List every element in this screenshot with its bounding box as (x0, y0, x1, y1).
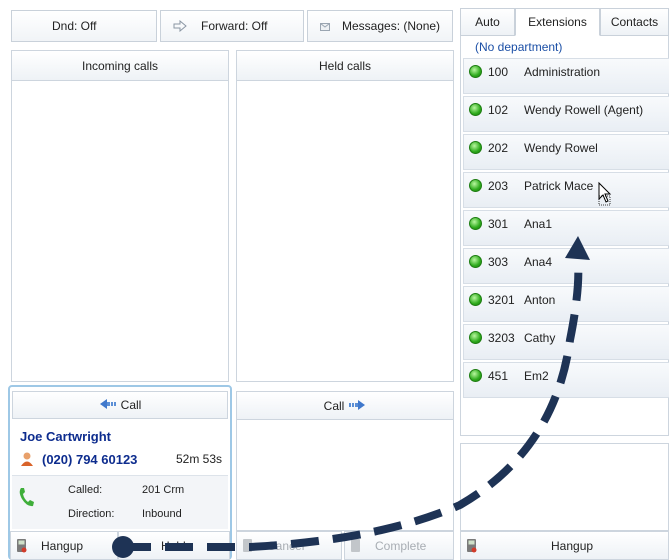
person-icon (20, 451, 34, 470)
status-led-icon (469, 217, 482, 230)
tab-contacts[interactable]: Contacts (600, 8, 669, 36)
extension-item[interactable]: 301 Ana1 (463, 210, 669, 246)
extension-name: Patrick Mace (524, 179, 594, 193)
hold-button[interactable]: Hold (118, 531, 230, 560)
held-calls-panel: Held calls (236, 50, 454, 382)
extension-number: 303 (488, 255, 509, 269)
forward-icon (173, 19, 187, 33)
extensions-list: (No department) 100 Administration 102 Wen… (460, 36, 669, 436)
incoming-calls-header: Incoming calls (12, 51, 228, 81)
right-hangup-label: Hangup (551, 538, 594, 553)
messages-label: Messages: (None) (342, 19, 441, 33)
extension-item[interactable]: 303 Ana4 (463, 248, 669, 284)
extension-item[interactable]: 202 Wendy Rowel (463, 134, 669, 170)
transfer-call-panel: Call (236, 391, 454, 531)
extension-item[interactable]: 3203 Cathy (463, 324, 669, 360)
held-calls-header: Held calls (237, 51, 453, 81)
arrow-left-icon (99, 398, 117, 412)
call-duration: 52m 53s (175, 452, 222, 466)
caller-name: Joe Cartwright (20, 429, 112, 444)
hangup-icon (17, 538, 27, 553)
dnd-button[interactable]: Dnd: Off (11, 10, 157, 42)
call-left-label: Call (120, 398, 142, 412)
tab-contacts-label: Contacts (610, 15, 659, 29)
status-led-icon (469, 141, 482, 154)
incoming-calls-panel: Incoming calls (11, 50, 229, 382)
cancel-button[interactable]: Cancel (236, 531, 342, 560)
tab-auto-label: Auto (475, 15, 500, 29)
status-led-icon (469, 255, 482, 268)
call-right-label: Call (323, 398, 345, 413)
dnd-icon (24, 20, 38, 32)
extension-number: 451 (488, 369, 509, 383)
complete-icon (351, 538, 361, 553)
complete-label: Complete (375, 538, 427, 553)
extension-name: Cathy (524, 331, 556, 345)
caller-number: (020) 794 60123 (42, 452, 138, 467)
status-led-icon (469, 103, 482, 116)
call-left-button[interactable]: Call (12, 391, 228, 419)
held-calls-title: Held calls (318, 58, 372, 73)
extension-item[interactable]: 3201 Anton (463, 286, 669, 322)
extension-number: 100 (488, 65, 509, 79)
extension-item[interactable]: 102 Wendy Rowell (Agent) (463, 96, 669, 132)
extension-details-panel (460, 443, 669, 531)
status-led-icon (469, 369, 482, 382)
status-led-icon (469, 179, 482, 192)
complete-button[interactable]: Complete (344, 531, 454, 560)
extension-name: Wendy Rowell (Agent) (524, 103, 644, 117)
cancel-label: Cancel (267, 538, 305, 553)
extension-name: Administration (524, 65, 601, 79)
extension-name: Anton (524, 293, 556, 307)
hangup-icon (467, 538, 477, 553)
messages-button[interactable]: Messages: (None) (307, 10, 453, 42)
right-hangup-button[interactable]: Hangup (460, 531, 669, 560)
extension-item[interactable]: 100 Administration (463, 58, 669, 94)
extension-item[interactable]: 451 Em2 (463, 362, 669, 398)
arrow-right-icon (348, 399, 366, 413)
extension-name: Ana1 (524, 217, 553, 231)
extension-number: 301 (488, 217, 509, 231)
extension-name: Wendy Rowel (524, 141, 598, 155)
department-header: (No department) (475, 40, 563, 54)
extension-number: 3201 (488, 293, 515, 307)
extension-item[interactable]: 203 Patrick Mace (463, 172, 669, 208)
tab-extensions[interactable]: Extensions (515, 8, 600, 36)
status-led-icon (469, 293, 482, 306)
direction-label: Direction: (68, 508, 115, 520)
extension-number: 102 (488, 103, 509, 117)
directory-tabs: Auto Extensions Contacts (460, 8, 669, 36)
hold-label: Hold (161, 538, 186, 553)
extension-number: 202 (488, 141, 509, 155)
extension-name: Em2 (524, 369, 549, 383)
direction-value: Inbound (142, 508, 182, 520)
status-led-icon (469, 65, 482, 78)
incoming-calls-title: Incoming calls (81, 58, 159, 73)
envelope-icon (320, 20, 334, 32)
tab-extensions-label: Extensions (528, 15, 587, 29)
called-label: Called: (68, 484, 103, 496)
extension-name: Ana4 (524, 255, 553, 269)
tab-auto[interactable]: Auto (460, 8, 515, 36)
dnd-label: Dnd: Off (52, 19, 97, 33)
forward-button[interactable]: Forward: Off (160, 10, 304, 42)
extension-number: 203 (488, 179, 509, 193)
cancel-icon (243, 538, 253, 553)
hangup-label: Hangup (41, 538, 84, 553)
called-value: 201 Crm (142, 484, 185, 496)
call-info-area: Called: 201 Crm Direction: Inbound (12, 475, 228, 529)
hangup-button[interactable]: Hangup (10, 531, 118, 560)
extension-number: 3203 (488, 331, 515, 345)
status-led-icon (469, 331, 482, 344)
phone-icon (18, 486, 36, 511)
forward-label: Forward: Off (201, 19, 268, 33)
call-right-button[interactable]: Call (237, 392, 453, 420)
